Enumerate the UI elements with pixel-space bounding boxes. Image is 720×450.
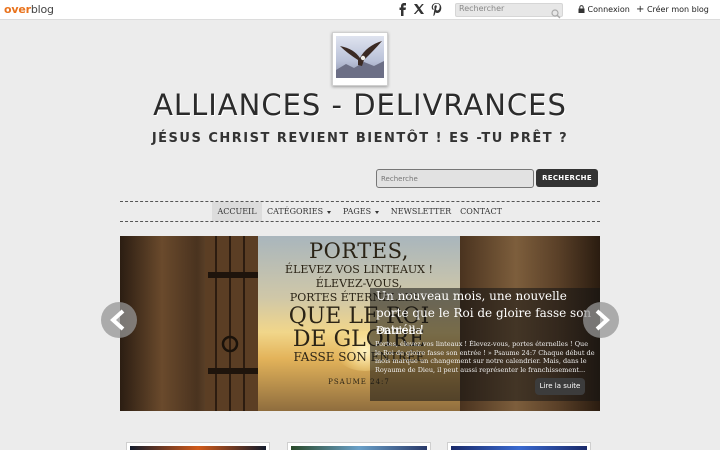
post-author: Daniella	[376, 324, 423, 337]
thumbnail-image	[291, 446, 427, 450]
logo-part-2: blog	[30, 3, 54, 16]
nav-item-contact[interactable]: CONTACT	[458, 202, 504, 221]
blog-search-input[interactable]: Recherche	[376, 169, 534, 188]
nav-item-newsletter[interactable]: NEWSLETTER	[390, 202, 452, 221]
facebook-icon[interactable]	[398, 3, 407, 19]
nav-item-label: ACCUEIL	[217, 207, 257, 216]
search-icon[interactable]	[551, 4, 561, 23]
login-label: Connexion	[587, 5, 630, 14]
overblog-logo[interactable]: overblog	[4, 3, 54, 16]
door-image-left	[120, 236, 260, 411]
plus-icon: +	[636, 4, 645, 15]
nav-item-pages[interactable]: PAGES	[340, 202, 382, 221]
verse-line: ÉLEVEZ VOS LINTEAUX !	[285, 263, 433, 276]
nav-item-label: CONTACT	[460, 207, 502, 216]
featured-slider[interactable]: PORTES, ÉLEVEZ VOS LINTEAUX ! ÉLEVEZ-VOU…	[120, 236, 600, 411]
read-more-button[interactable]: Lire la suite	[535, 378, 585, 395]
caret-down-icon	[375, 210, 380, 214]
pinterest-icon[interactable]	[431, 3, 442, 19]
top-bar: overblog Rechercher Connexion + Créer mo…	[0, 0, 720, 20]
blog-avatar[interactable]	[332, 32, 388, 86]
x-icon[interactable]	[413, 3, 425, 18]
slider-prev-button[interactable]	[101, 302, 137, 338]
nav-item-label: CATÉGORIES	[266, 207, 324, 216]
site-subtitle: JÉSUS CHRIST REVIENT BIENTÔT ! ES -TU PR…	[151, 131, 569, 146]
post-thumbnail[interactable]	[287, 442, 431, 450]
thumbnail-image	[451, 446, 587, 450]
caret-down-icon	[327, 210, 332, 214]
create-blog-link[interactable]: + Créer mon blog	[636, 4, 709, 15]
slider-next-button[interactable]	[583, 302, 619, 338]
top-search-input[interactable]: Rechercher	[455, 3, 563, 17]
search-button[interactable]: RECHERCHE	[536, 169, 598, 187]
nav-item-label: PAGES	[342, 207, 372, 216]
main-nav: ACCUEIL CATÉGORIES PAGES NEWSLETTER CONT…	[120, 201, 600, 222]
nav-item-label: NEWSLETTER	[390, 207, 452, 216]
post-thumbnail[interactable]	[126, 442, 270, 450]
thumbnail-image	[130, 446, 266, 450]
create-blog-label: Créer mon blog	[646, 5, 709, 14]
login-link[interactable]: Connexion	[578, 5, 630, 14]
chevron-right-icon	[595, 309, 610, 331]
nav-item-categories[interactable]: CATÉGORIES	[266, 202, 332, 221]
verse-line: PORTES,	[309, 239, 409, 263]
chevron-left-icon	[110, 309, 125, 331]
site-title[interactable]: ALLIANCES - DELIVRANCES	[0, 88, 720, 122]
post-thumbnail[interactable]	[447, 442, 591, 450]
eagle-image	[336, 36, 384, 78]
post-excerpt: Portes, élevez vos linteaux ! Élevez-vou…	[375, 340, 595, 374]
nav-item-accueil[interactable]: ACCUEIL	[212, 202, 262, 221]
lock-icon	[578, 5, 585, 13]
logo-part-1: over	[4, 3, 31, 16]
